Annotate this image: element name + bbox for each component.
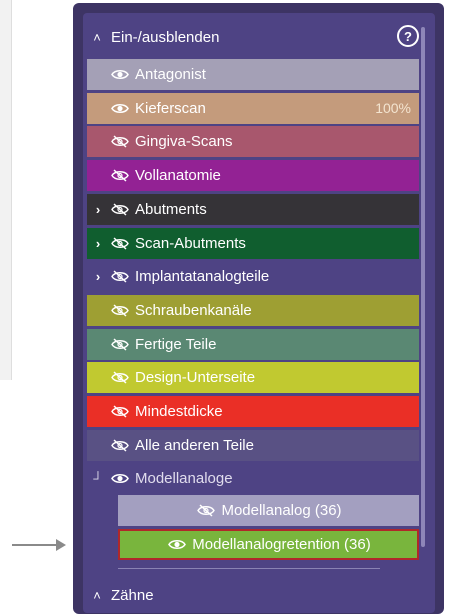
layer-label: Alle anderen Teile [135,436,254,454]
eye-slash-icon[interactable] [109,134,131,150]
layer-label: Modellanaloge [135,470,233,488]
layer-row[interactable]: › Implantatanalogteile [87,261,419,293]
layer-label: Kieferscan [135,99,206,117]
layer-label: Antagonist [135,66,206,83]
eye-slash-icon[interactable] [109,269,131,285]
eye-icon[interactable] [166,538,188,551]
layer-row[interactable]: Mindestdicke [87,396,419,427]
eye-slash-icon[interactable] [195,504,217,517]
layer-label: Gingiva-Scans [135,133,233,151]
eye-slash-icon[interactable] [109,336,131,352]
layer-row[interactable]: Kieferscan 100% [87,92,419,124]
layer-row[interactable]: Fertige Teile [87,328,419,360]
scrollbar[interactable] [421,27,425,547]
pointer-arrow-icon [12,539,66,551]
sub-layer-row[interactable]: Modellanalogretention (36) [118,529,419,560]
eye-slash-icon[interactable] [109,201,131,217]
layer-label: Vollanatomie [135,167,221,185]
layer-row[interactable]: Alle anderen Teile [87,429,419,461]
layer-label: Scan-Abutments [135,234,246,252]
layer-label: Design-Unterseite [135,369,256,387]
layer-label: Mindestdicke [135,403,223,420]
layer-label: Fertige Teile [135,335,217,353]
eye-icon[interactable] [109,100,131,116]
section-header-visibility[interactable]: ˄ Ein-/ausblenden ? [83,21,429,53]
visibility-panel: ˄ Ein-/ausblenden ? Antagonist Kieferscan… [73,3,444,614]
section-title: Ein-/ausblenden [111,28,220,46]
chevron-right-icon[interactable]: › [87,202,109,217]
eye-slash-icon[interactable] [109,302,131,318]
layer-label: Abutments [135,200,207,218]
panel-content: ˄ Ein-/ausblenden ? Antagonist Kieferscan… [83,13,435,613]
eye-slash-icon[interactable] [109,235,131,251]
layer-row[interactable]: › Abutments [87,193,419,225]
eye-slash-icon[interactable] [109,168,131,184]
eye-slash-icon[interactable] [109,370,131,386]
help-icon[interactable]: ? [397,25,419,47]
section-header-teeth[interactable]: ˄ Zähne [83,579,429,611]
eye-icon[interactable] [109,471,131,487]
layer-row[interactable]: ┘ Modellanaloge [87,463,419,495]
chevron-up-icon: ˄ [93,29,101,45]
eye-slash-icon[interactable] [109,437,131,453]
layer-row[interactable]: Antagonist [87,59,419,90]
chevron-up-icon: ˄ [93,587,101,603]
background-card [0,0,12,380]
sub-layer-label: Modellanalog (36) [221,502,342,519]
chevron-right-icon[interactable]: › [87,269,109,284]
sub-layer-row[interactable]: Modellanalog (36) [118,495,419,526]
chevron-right-icon[interactable]: › [87,236,109,251]
layer-label: Schraubenkanäle [135,301,252,319]
opacity-percent[interactable]: 100% [375,100,411,116]
eye-slash-icon[interactable] [109,404,131,420]
tree-connector-icon: ┘ [93,471,103,487]
divider [118,568,380,569]
section-title: Zähne [111,586,154,604]
layer-row[interactable]: Design-Unterseite [87,362,419,394]
layer-row[interactable]: Gingiva-Scans [87,126,419,158]
layer-row[interactable]: › Scan-Abutments [87,227,419,259]
sub-layer-label: Modellanalogretention (36) [192,536,371,553]
layer-row[interactable]: Vollanatomie [87,160,419,192]
layer-label: Implantatanalogteile [135,268,270,286]
layer-row[interactable]: Schraubenkanäle [87,294,419,326]
eye-icon[interactable] [109,67,131,83]
